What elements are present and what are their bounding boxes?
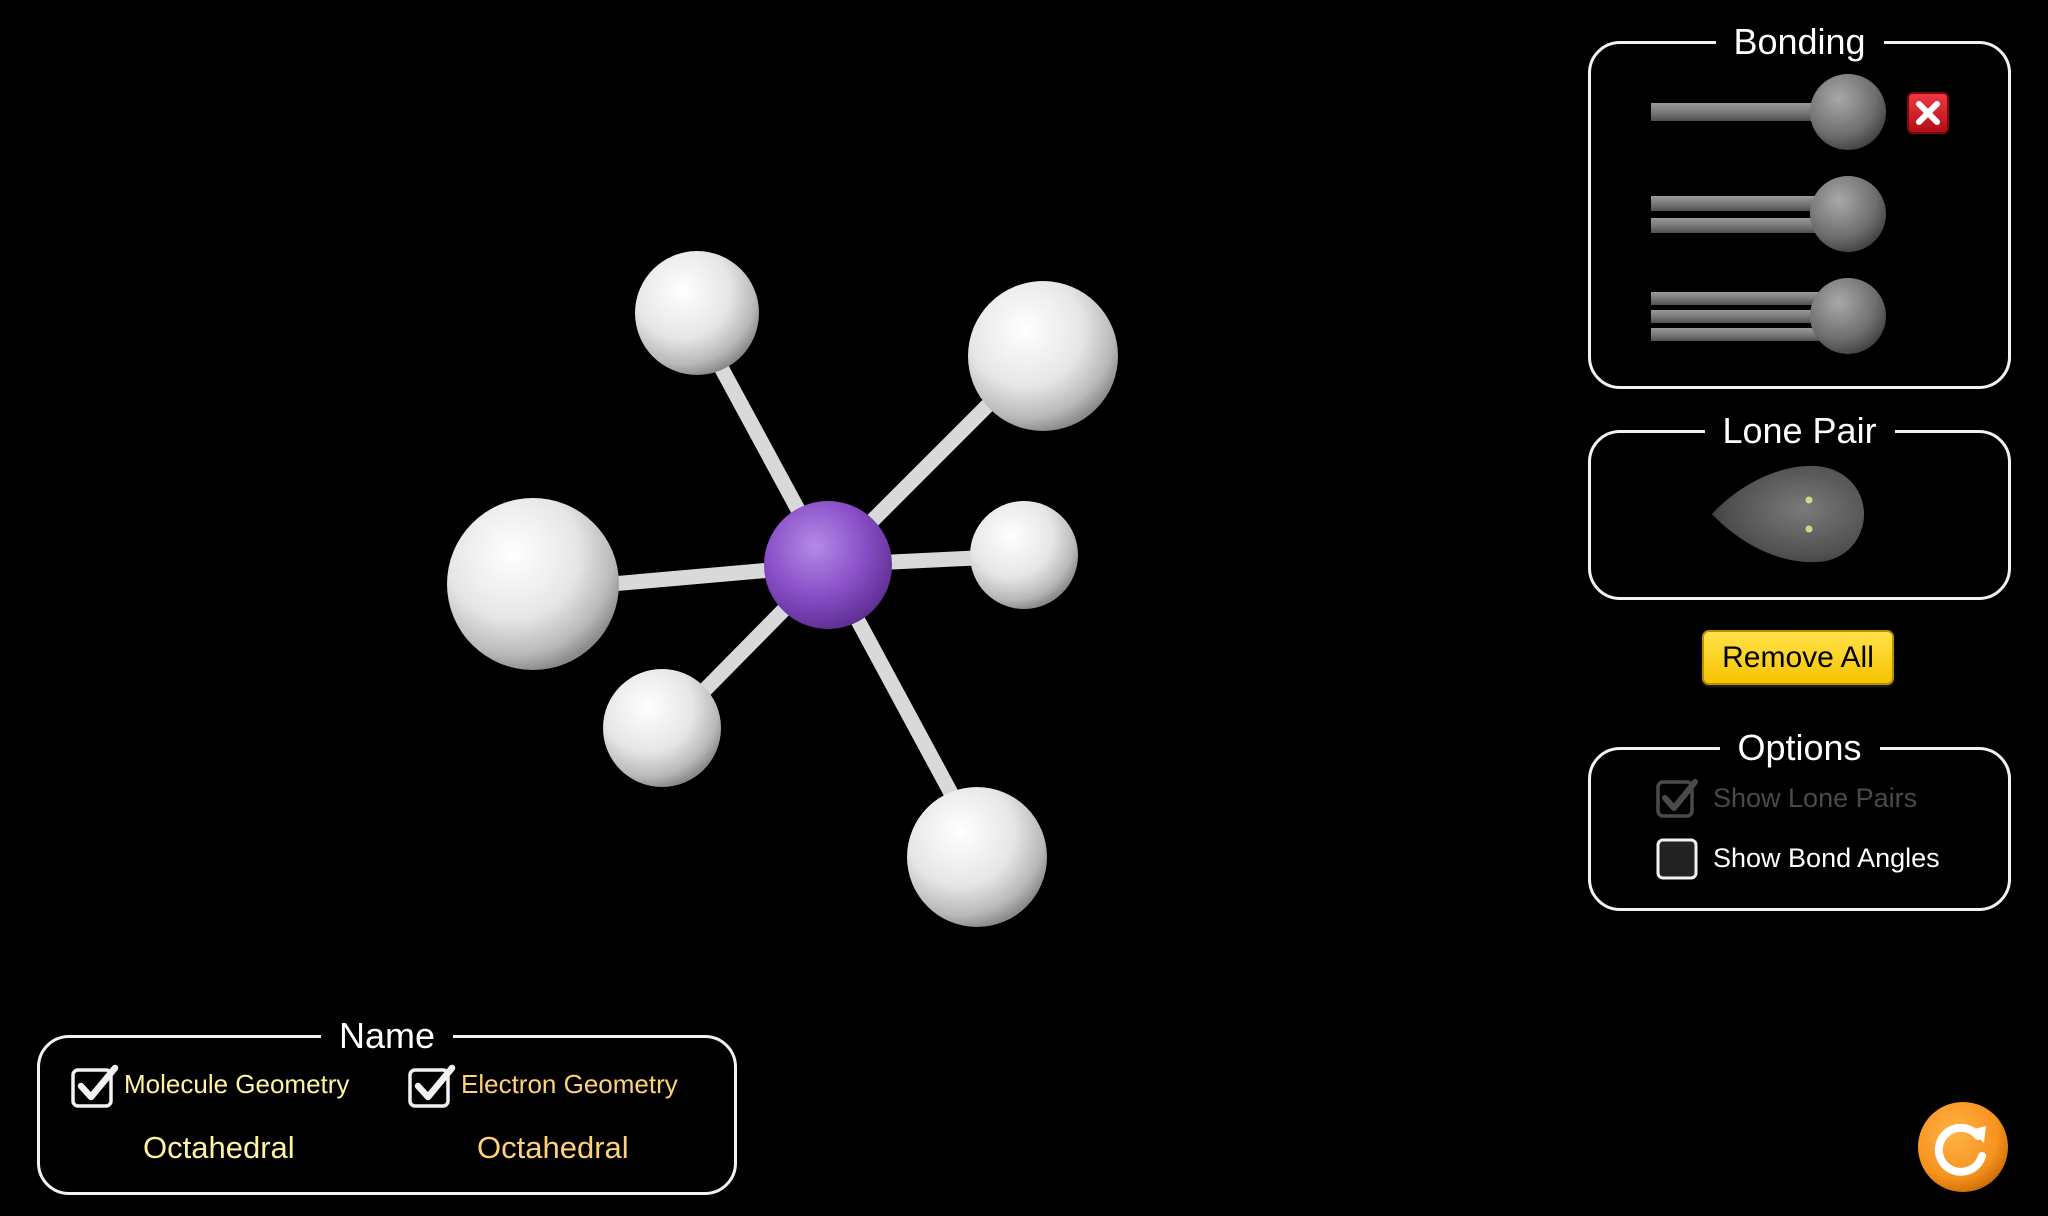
electron-geometry-option[interactable]: Electron Geometry — [407, 1062, 678, 1108]
central-atom[interactable] — [764, 501, 892, 629]
name-panel-title: Name — [320, 1014, 454, 1058]
molecule-view[interactable] — [0, 0, 1560, 1000]
molecule-geometry-value: Octahedral — [143, 1130, 295, 1165]
outer-atom-upper-right[interactable] — [968, 281, 1118, 431]
options-panel-title: Options — [1719, 726, 1880, 770]
outer-atom-lower-left[interactable] — [603, 669, 721, 787]
molecule-geometry-checkbox[interactable] — [70, 1062, 119, 1108]
triple-bond-item[interactable] — [1651, 276, 1891, 356]
simulation-stage: Bonding Lone Pair Remove All Options Sho… — [0, 0, 2048, 1216]
lone-pair-panel-title: Lone Pair — [1704, 409, 1895, 453]
double-bond-item[interactable] — [1651, 174, 1891, 254]
show-bond-angles-option[interactable]: Show Bond Angles — [1655, 836, 1940, 880]
outer-atom-left[interactable] — [447, 498, 619, 670]
show-lone-pairs-checkbox[interactable] — [1655, 776, 1699, 820]
molecule-geometry-option[interactable]: Molecule Geometry — [70, 1062, 350, 1108]
electron-geometry-label: Electron Geometry — [461, 1068, 678, 1099]
electron-geometry-checkbox[interactable] — [407, 1062, 456, 1108]
outer-atom-upper-left[interactable] — [635, 251, 759, 375]
show-lone-pairs-option[interactable]: Show Lone Pairs — [1655, 776, 1917, 820]
bonding-panel: Bonding — [1588, 20, 2011, 389]
show-lone-pairs-label: Show Lone Pairs — [1713, 782, 1918, 813]
molecule-geometry-label: Molecule Geometry — [124, 1068, 350, 1099]
remove-all-button[interactable]: Remove All — [1702, 630, 1894, 685]
lone-pair-panel: Lone Pair — [1588, 409, 2011, 600]
show-bond-angles-label: Show Bond Angles — [1713, 842, 1940, 873]
outer-atom-right[interactable] — [970, 501, 1078, 609]
reset-icon[interactable] — [1916, 1100, 2010, 1194]
lone-pair-icon[interactable] — [1706, 458, 1866, 568]
electron-geometry-value: Octahedral — [477, 1130, 629, 1165]
options-panel: Options Show Lone Pairs Show Bond Angles — [1588, 726, 2011, 911]
show-bond-angles-checkbox[interactable] — [1655, 836, 1699, 880]
bonding-panel-title: Bonding — [1715, 20, 1884, 64]
close-icon[interactable] — [1907, 92, 1949, 134]
single-bond-item[interactable] — [1651, 72, 1891, 152]
outer-atom-lower-right[interactable] — [907, 787, 1047, 927]
name-panel: Name Molecule Geometry Electron Geometry… — [37, 1014, 737, 1195]
